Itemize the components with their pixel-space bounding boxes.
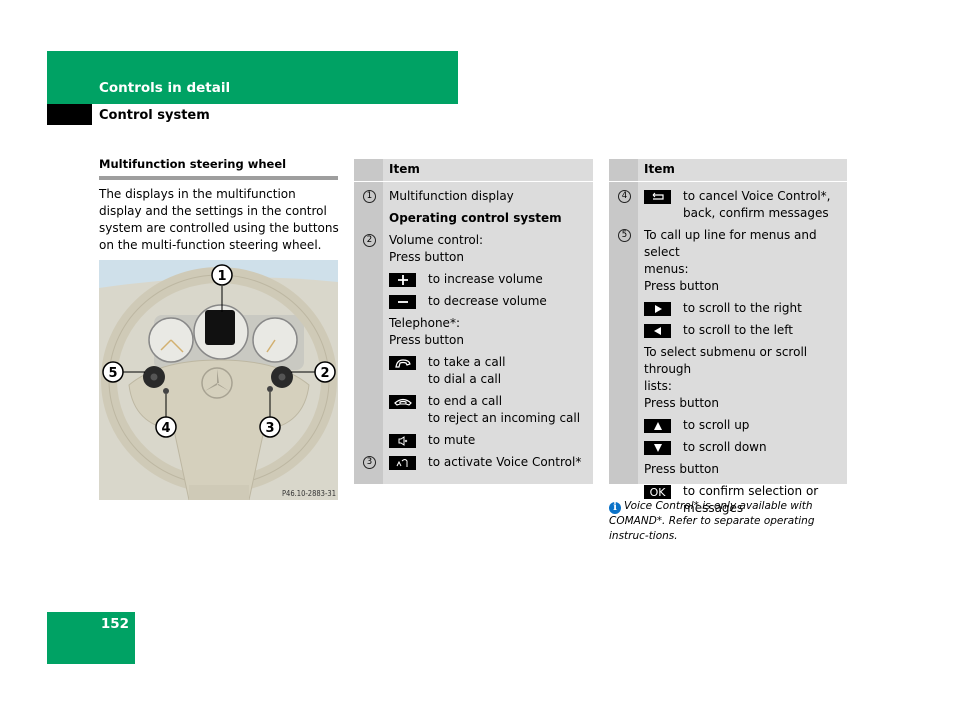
svg-text:4: 4: [161, 421, 170, 436]
steering-wheel-illustration: 1 2 3 4 5: [99, 260, 338, 500]
page-number-box: 152: [47, 612, 135, 664]
row-text: Press button: [644, 396, 719, 410]
header-item: Item: [389, 162, 420, 176]
header-item: Item: [644, 162, 675, 176]
table-row: to mute: [354, 432, 593, 449]
right-arrow-icon: [644, 302, 671, 316]
table-row: to scroll up: [609, 417, 847, 434]
svg-text:2: 2: [320, 366, 329, 381]
row-text: To select submenu or scroll through: [644, 345, 808, 376]
item-number: 4: [618, 190, 631, 203]
callout-4: 4: [155, 416, 177, 438]
table-row: to decrease volume: [354, 293, 593, 310]
item-number: 3: [363, 456, 376, 469]
table-row: to scroll to the right: [609, 300, 847, 317]
row-text: to reject an incoming call: [428, 411, 581, 425]
figure-code: P46.10-2883-31: [281, 489, 336, 498]
steering-wheel-figure: 1 2 3 4 5 P46.10-2883-31: [99, 260, 338, 500]
row-text: to end a call: [428, 394, 503, 408]
phone-hangup-icon: [389, 395, 416, 409]
row-text: Operating control system: [389, 211, 562, 225]
left-arrow-icon: [644, 324, 671, 338]
plus-icon: [389, 273, 416, 287]
table-row: to scroll to the left: [609, 322, 847, 339]
row-text: Multifunction display: [389, 189, 514, 203]
row-text: to scroll to the right: [683, 301, 802, 315]
table-row: to take a call to dial a call: [354, 354, 593, 388]
table-row: 3 to activate Voice Control*: [354, 454, 593, 471]
row-text: menus:: [644, 262, 689, 276]
callout-1: 1: [211, 264, 233, 286]
table-header: Item: [609, 159, 847, 182]
table-row: Telephone*: Press button: [354, 315, 593, 349]
row-text: Press button: [389, 333, 464, 347]
row-text: to decrease volume: [428, 294, 547, 308]
row-text: to dial a call: [428, 372, 502, 386]
row-text: to scroll to the left: [683, 323, 794, 337]
voice-control-icon: [389, 456, 416, 470]
row-text: to scroll up: [683, 418, 750, 432]
table-row: 5 To call up line for menus and select men…: [609, 227, 847, 295]
items-table-1: Item 1 Multifunction display Operating con…: [354, 159, 593, 484]
page-number: 152: [100, 616, 129, 632]
section-title: Controls in detail: [99, 80, 231, 96]
row-text: to confirm selection or: [683, 484, 819, 498]
row-text: Press button: [644, 462, 719, 476]
table-row: to scroll down: [609, 439, 847, 456]
note-text: Voice Control* is only available with CO…: [609, 500, 815, 542]
row-text: to take a call: [428, 355, 506, 369]
table-rows: 1 Multifunction display Operating control …: [354, 182, 593, 471]
info-icon: i: [609, 502, 621, 514]
ok-icon: OK: [644, 485, 671, 499]
item-number: 5: [618, 229, 631, 242]
topic-heading: Multifunction steering wheel: [99, 157, 338, 180]
table-row: 1 Multifunction display: [354, 188, 593, 205]
table-row: To select submenu or scroll through lists…: [609, 344, 847, 412]
table-row: to increase volume: [354, 271, 593, 288]
row-text: To call up line for menus and select: [644, 228, 817, 259]
mute-icon: [389, 434, 416, 448]
phone-pickup-icon: [389, 356, 416, 370]
row-text: to cancel Voice Control*,: [683, 189, 831, 203]
item-number: 2: [363, 234, 376, 247]
item-number: 1: [363, 190, 376, 203]
row-text: to scroll down: [683, 440, 767, 454]
callout-3: 3: [259, 416, 281, 438]
table-row: Press button: [609, 461, 847, 478]
table-row: Operating control system: [354, 210, 593, 227]
callout-5: 5: [102, 361, 124, 383]
row-text: Press button: [644, 279, 719, 293]
subsection-title: Control system: [99, 108, 210, 123]
up-arrow-icon: [644, 419, 671, 433]
row-text: back, confirm messages: [683, 206, 829, 220]
callout-2: 2: [314, 361, 336, 383]
intro-paragraph: The displays in the multifunction displa…: [99, 187, 339, 252]
row-text: to activate Voice Control*: [428, 455, 582, 469]
down-arrow-icon: [644, 441, 671, 455]
row-text: lists:: [644, 379, 672, 393]
svg-text:1: 1: [217, 269, 226, 284]
svg-text:5: 5: [108, 366, 117, 381]
row-text: Telephone*:: [389, 316, 460, 330]
table-header: Item: [354, 159, 593, 182]
back-icon: [644, 190, 671, 204]
svg-text:3: 3: [265, 421, 274, 436]
row-text: Press button: [389, 250, 464, 264]
row-text: to increase volume: [428, 272, 543, 286]
row-text: to mute: [428, 433, 476, 447]
minus-icon: [389, 295, 416, 309]
section-header-bar: [47, 51, 458, 104]
items-table-2: Item 4 to cancel Voice Control*, back, con…: [609, 159, 847, 515]
row-text: Volume control:: [389, 233, 484, 247]
table-row: 4 to cancel Voice Control*, back, confirm …: [609, 188, 847, 222]
table-row: 2 Volume control: Press button: [354, 232, 593, 266]
table-rows: 4 to cancel Voice Control*, back, confirm …: [609, 182, 847, 517]
table-row: to end a call to reject an incoming call: [354, 393, 593, 427]
subsection-marker: [47, 104, 92, 125]
info-note: i Voice Control* is only available with C…: [609, 499, 851, 544]
